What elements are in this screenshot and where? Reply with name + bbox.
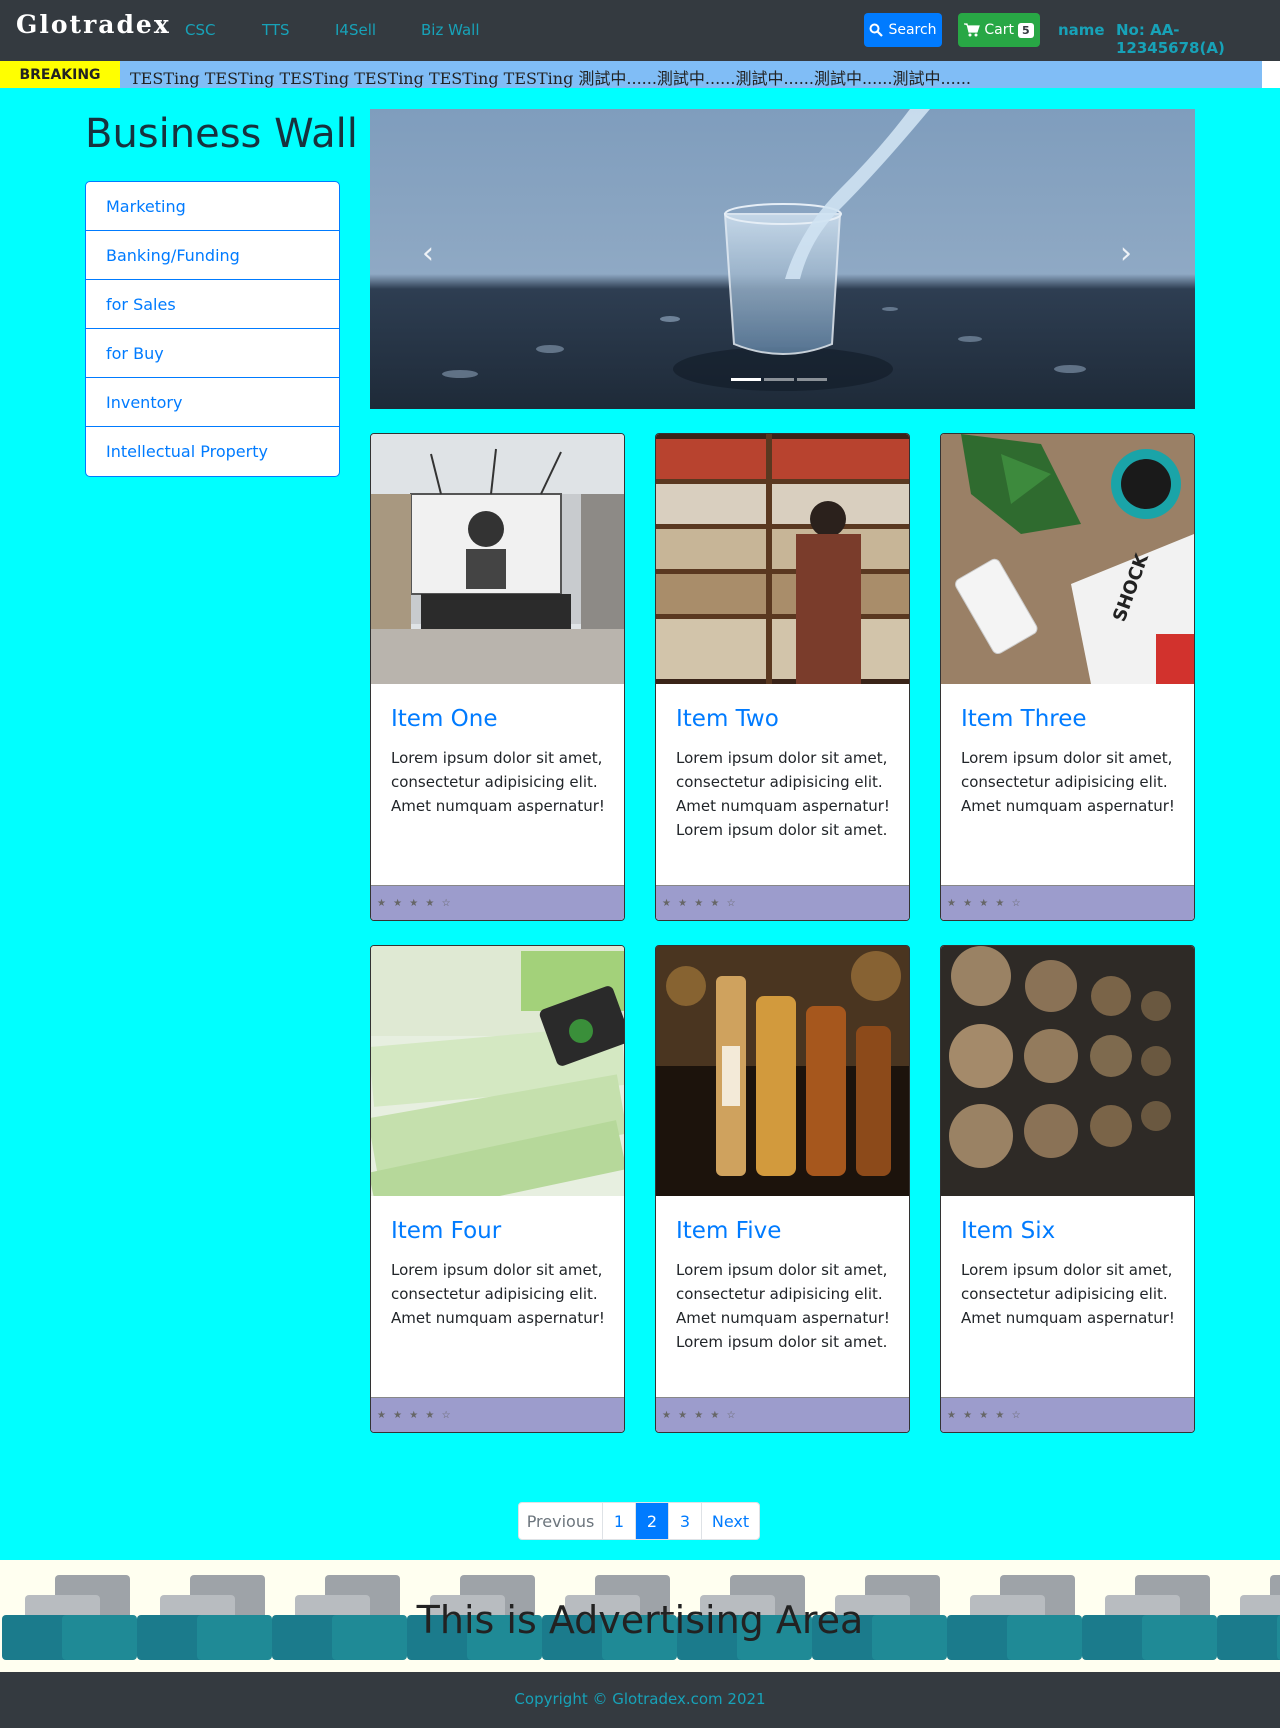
category-list: Marketing Banking/Funding for Sales for … xyxy=(85,181,340,477)
card-text: Lorem ipsum dolor sit amet, consectetur … xyxy=(391,749,605,815)
category-item-marketing[interactable]: Marketing xyxy=(86,182,339,231)
item-card[interactable]: Item Six Lorem ipsum dolor sit amet, con… xyxy=(940,945,1195,1433)
card-rating: ★ ★ ★ ★ ☆ xyxy=(941,1397,1194,1432)
card-image-euro-notes xyxy=(371,946,624,1196)
item-card[interactable]: Item Two Lorem ipsum dolor sit amet, con… xyxy=(655,433,910,921)
category-item-banking-funding[interactable]: Banking/Funding xyxy=(86,231,339,280)
card-image-desk-newspaper: SHOCK xyxy=(941,434,1194,684)
cart-icon xyxy=(964,23,981,37)
carousel-next-icon[interactable]: › xyxy=(1120,239,1132,269)
nav-link-tts[interactable]: TTS xyxy=(262,21,290,39)
carousel-indicators xyxy=(731,378,827,381)
search-icon xyxy=(869,23,884,37)
breaking-label: BREAKING xyxy=(0,61,120,88)
nav-link-csc[interactable]: CSC xyxy=(185,21,215,39)
item-card[interactable]: Item Five Lorem ipsum dolor sit amet, co… xyxy=(655,945,910,1433)
carousel-slide-image xyxy=(370,109,1195,409)
navbar: Glotradex CSC TTS I4Sell Biz Wall Search… xyxy=(0,0,1280,61)
pagination: Previous 1 2 3 Next xyxy=(518,1502,760,1540)
copyright-text: Copyright © Glotradex.com 2021 xyxy=(514,1690,766,1708)
page-title: Business Wall xyxy=(85,111,358,157)
advertising-area[interactable]: This is Advertising Area xyxy=(0,1560,1280,1672)
card-text: Lorem ipsum dolor sit amet, consectetur … xyxy=(676,1261,890,1351)
card-image-whisky-bottles xyxy=(656,946,909,1196)
user-name[interactable]: name xyxy=(1058,21,1105,39)
card-text: Lorem ipsum dolor sit amet, consectetur … xyxy=(961,749,1175,815)
pagination-page-1[interactable]: 1 xyxy=(603,1503,636,1539)
breaking-ticker-text[interactable]: TESTing TESTing TESTing TESTing TESTing … xyxy=(130,65,971,88)
pagination-previous[interactable]: Previous xyxy=(519,1503,603,1539)
card-image-billboard xyxy=(371,434,624,684)
card-rating: ★ ★ ★ ★ ☆ xyxy=(941,885,1194,920)
card-image-bookshelf xyxy=(656,434,909,684)
pagination-next[interactable]: Next xyxy=(702,1503,759,1539)
carousel-indicator-3[interactable] xyxy=(797,378,827,381)
category-item-for-sales[interactable]: for Sales xyxy=(86,280,339,329)
item-card[interactable]: Item Four Lorem ipsum dolor sit amet, co… xyxy=(370,945,625,1433)
cart-count-badge: 5 xyxy=(1017,22,1034,38)
card-text: Lorem ipsum dolor sit amet, consectetur … xyxy=(961,1261,1175,1327)
cart-button[interactable]: Cart 5 xyxy=(958,13,1040,47)
cart-button-label: Cart xyxy=(984,22,1014,38)
carousel-indicator-1[interactable] xyxy=(731,378,761,381)
search-button-label: Search xyxy=(888,22,937,38)
carousel-prev-icon[interactable]: ‹ xyxy=(422,239,434,269)
card-title[interactable]: Item One xyxy=(391,706,498,732)
account-number: No: AA-12345678(A) xyxy=(1116,21,1225,57)
card-rating: ★ ★ ★ ★ ☆ xyxy=(371,1397,624,1432)
category-item-intellectual-property[interactable]: Intellectual Property xyxy=(86,427,339,476)
nav-link-i4sell[interactable]: I4Sell xyxy=(335,21,376,39)
card-rating: ★ ★ ★ ★ ☆ xyxy=(371,885,624,920)
category-item-inventory[interactable]: Inventory xyxy=(86,378,339,427)
breaking-bar-end xyxy=(1262,61,1280,88)
card-text: Lorem ipsum dolor sit amet, consectetur … xyxy=(391,1261,605,1327)
pagination-page-2[interactable]: 2 xyxy=(636,1503,669,1539)
carousel-indicator-2[interactable] xyxy=(764,378,794,381)
search-button[interactable]: Search xyxy=(864,13,942,47)
category-item-for-buy[interactable]: for Buy xyxy=(86,329,339,378)
brand-logo[interactable]: Glotradex xyxy=(16,10,171,39)
card-title[interactable]: Item Three xyxy=(961,706,1087,732)
item-card[interactable]: Item One Lorem ipsum dolor sit amet, con… xyxy=(370,433,625,921)
pagination-page-3[interactable]: 3 xyxy=(669,1503,702,1539)
card-rating: ★ ★ ★ ★ ☆ xyxy=(656,1397,909,1432)
footer: Copyright © Glotradex.com 2021 xyxy=(0,1672,1280,1728)
advertising-text: This is Advertising Area xyxy=(416,1598,864,1642)
carousel[interactable]: ‹ › xyxy=(370,109,1195,409)
item-card[interactable]: SHOCK Item Three Lorem ipsum dolor sit a… xyxy=(940,433,1195,921)
card-title[interactable]: Item Four xyxy=(391,1218,501,1244)
card-image-wine-barrels xyxy=(941,946,1194,1196)
card-rating: ★ ★ ★ ★ ☆ xyxy=(656,885,909,920)
nav-link-biz-wall[interactable]: Biz Wall xyxy=(421,21,480,39)
card-title[interactable]: Item Five xyxy=(676,1218,781,1244)
card-text: Lorem ipsum dolor sit amet, consectetur … xyxy=(676,749,890,839)
breaking-news-bar: BREAKING TESTing TESTing TESTing TESTing… xyxy=(0,61,1262,88)
card-title[interactable]: Item Two xyxy=(676,706,779,732)
card-title[interactable]: Item Six xyxy=(961,1218,1055,1244)
